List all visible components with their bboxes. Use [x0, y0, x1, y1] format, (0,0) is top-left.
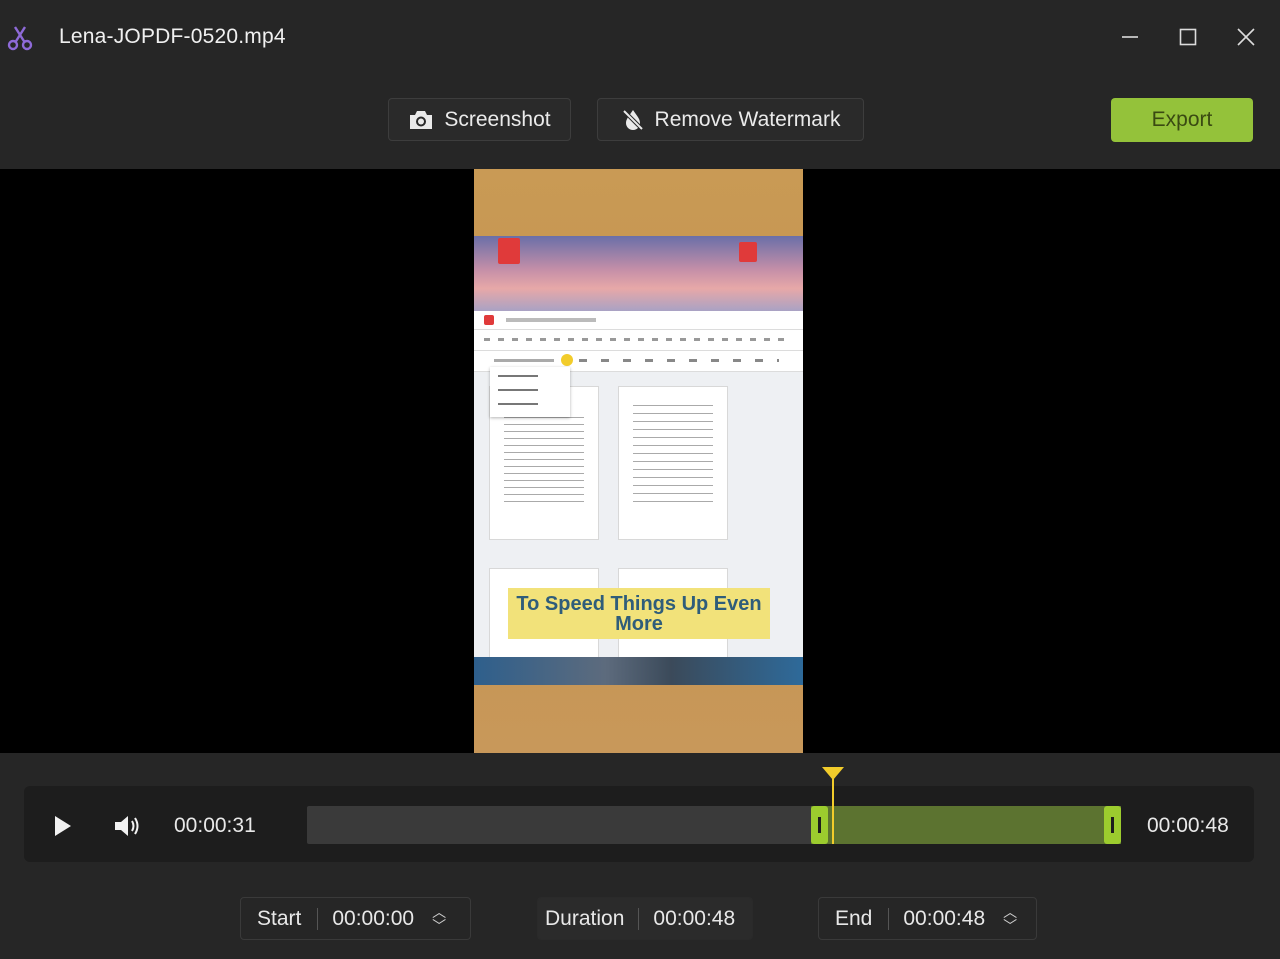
remove-watermark-button[interactable]: Remove Watermark [597, 98, 864, 141]
duration-value: 00:00:48 [653, 906, 736, 930]
pdf-file-icon [739, 242, 757, 262]
total-time: 00:00:48 [1147, 814, 1229, 837]
window-title: Lena-JOPDF-0520.mp4 [59, 25, 286, 48]
chevron-down-icon[interactable]: ﹀ [432, 919, 446, 933]
title-bar: Lena-JOPDF-0520.mp4 [0, 0, 1280, 74]
start-field[interactable]: Start 00:00:00 ︿ ﹀ [240, 897, 471, 940]
start-label: Start [257, 906, 302, 930]
duration-field: Duration 00:00:48 [537, 897, 753, 940]
camera-icon [410, 110, 433, 129]
video-screen-tabbar [474, 311, 803, 330]
scissors-icon [7, 26, 33, 51]
video-frame: To Speed Things Up Even More [474, 169, 803, 753]
video-screen-toolbar [474, 330, 803, 351]
video-page-thumb-2 [619, 387, 727, 539]
remove-watermark-label: Remove Watermark [654, 107, 841, 131]
start-stepper[interactable]: ︿ ﹀ [428, 905, 450, 933]
current-time: 00:00:31 [174, 814, 256, 837]
chevron-down-icon[interactable]: ﹀ [1003, 919, 1017, 933]
pdf-app-icon [498, 238, 520, 264]
video-sky-banner [474, 236, 803, 311]
minimize-button[interactable] [1115, 22, 1145, 52]
close-button[interactable] [1231, 22, 1261, 52]
end-label: End [835, 906, 873, 930]
video-caption: To Speed Things Up Even More [508, 588, 770, 639]
maximize-icon [1179, 28, 1197, 46]
video-preview: To Speed Things Up Even More [0, 169, 1280, 753]
duration-label: Duration [545, 906, 625, 930]
export-button[interactable]: Export [1111, 98, 1253, 142]
screenshot-label: Screenshot [444, 107, 551, 131]
trim-start-handle[interactable] [811, 806, 829, 844]
start-value[interactable]: 00:00:00 [318, 907, 428, 931]
end-stepper[interactable]: ︿ ﹀ [999, 905, 1021, 933]
playhead-line [832, 778, 835, 844]
close-icon [1237, 28, 1255, 46]
volume-icon[interactable] [113, 812, 143, 840]
selection-range [811, 806, 1121, 844]
end-value[interactable]: 00:00:48 [889, 907, 999, 931]
trim-end-handle[interactable] [1104, 806, 1121, 844]
end-field[interactable]: End 00:00:48 ︿ ﹀ [818, 897, 1037, 940]
chevron-up-icon[interactable]: ︿ [432, 905, 446, 919]
play-icon[interactable] [50, 814, 74, 838]
no-drop-icon [622, 109, 643, 130]
video-bottom-image [474, 657, 803, 685]
minimize-icon [1122, 36, 1138, 38]
maximize-button[interactable] [1173, 22, 1203, 52]
screenshot-button[interactable]: Screenshot [388, 98, 571, 141]
playhead-marker[interactable] [822, 767, 845, 780]
chevron-up-icon[interactable]: ︿ [1003, 905, 1017, 919]
video-dropdown-menu [490, 367, 570, 417]
